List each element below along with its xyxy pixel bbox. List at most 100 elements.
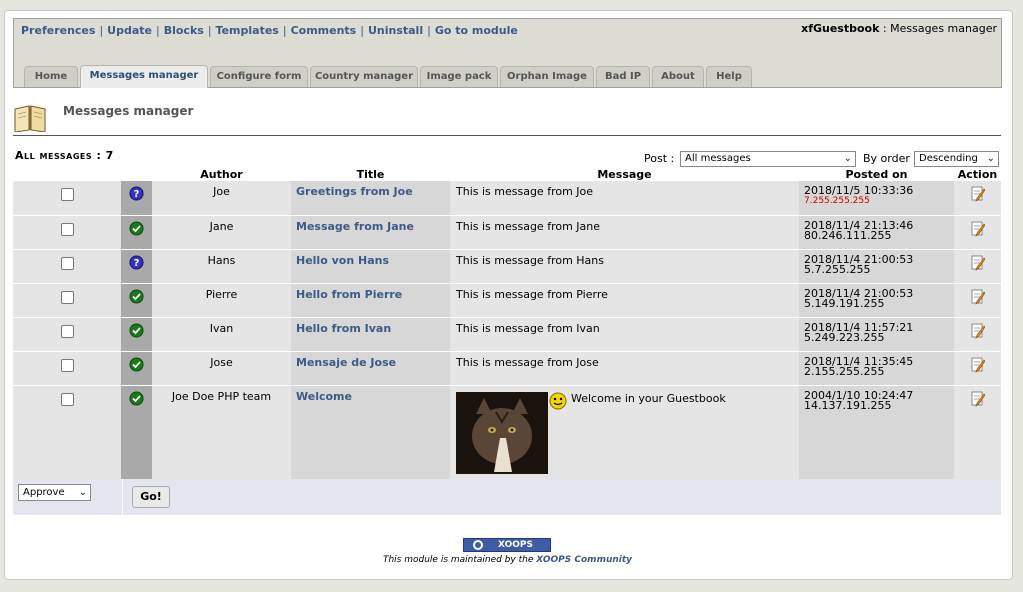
module-breadcrumb: xfGuestbook : Messages manager xyxy=(801,22,997,35)
poster-ip: 7.255.255.255 xyxy=(804,196,870,206)
message-text: This is message from Pierre xyxy=(456,287,608,301)
order-label: By order xyxy=(863,152,910,165)
tab-help[interactable]: Help xyxy=(706,66,752,87)
tab-configure-form[interactable]: Configure form xyxy=(210,66,308,87)
message-title-link[interactable]: Hello from Pierre xyxy=(291,284,450,301)
pending-question-icon: ? xyxy=(129,186,144,201)
go-button[interactable]: Go! xyxy=(132,486,170,508)
col-author: Author xyxy=(152,167,291,181)
table-row: Jane Message from Jane This is message f… xyxy=(13,215,1001,250)
edit-icon[interactable] xyxy=(971,391,985,407)
message-title-link[interactable]: Message from Jane xyxy=(291,216,450,233)
cat-photo xyxy=(456,391,548,474)
footer-text: This module is maintained by the XOOPS C… xyxy=(382,555,633,565)
approved-check-icon xyxy=(129,221,144,235)
col-select xyxy=(13,167,121,181)
module-page: Messages manager xyxy=(890,22,997,35)
table-row: Joe Doe PHP team Welcome Welcome in your… xyxy=(13,385,1001,480)
message-text: This is message from Jose xyxy=(456,355,599,369)
message-title-link[interactable]: Greetings from Joe xyxy=(291,181,450,198)
chevron-down-icon: ⌄ xyxy=(78,487,87,498)
row-checkbox[interactable] xyxy=(60,256,74,270)
author-name: Jose xyxy=(210,355,233,369)
table-row: ? Hans Hello von Hans This is message fr… xyxy=(13,249,1001,284)
tab-about[interactable]: About xyxy=(652,66,704,87)
chevron-down-icon: ⌄ xyxy=(986,153,995,164)
xoops-logo-icon xyxy=(473,540,483,550)
message-text: This is message from Joe xyxy=(456,185,594,198)
tab-messages-manager[interactable]: Messages manager xyxy=(80,65,208,88)
page-title: Messages manager xyxy=(63,104,194,118)
col-action: Action xyxy=(954,167,1001,181)
message-text: Welcome in your Guestbook xyxy=(571,391,726,405)
edit-icon[interactable] xyxy=(971,186,985,202)
link-update[interactable]: Update xyxy=(107,24,152,37)
edit-icon[interactable] xyxy=(971,357,985,373)
link-blocks[interactable]: Blocks xyxy=(164,24,204,37)
pending-question-icon: ? xyxy=(129,255,144,269)
poster-ip: 5.7.255.255 xyxy=(804,262,871,276)
edit-icon[interactable] xyxy=(971,221,985,237)
order-select[interactable]: Descending ⌄ xyxy=(914,151,999,167)
link-uninstall[interactable]: Uninstall xyxy=(368,24,423,37)
divider xyxy=(13,135,1001,136)
row-checkbox[interactable] xyxy=(60,290,74,304)
svg-text:?: ? xyxy=(134,258,140,269)
table-row: Pierre Hello from Pierre This is message… xyxy=(13,283,1001,318)
chevron-down-icon: ⌄ xyxy=(843,153,852,164)
tab-image-pack[interactable]: Image pack xyxy=(420,66,498,87)
post-filter-select[interactable]: All messages ⌄ xyxy=(680,151,856,167)
link-templates[interactable]: Templates xyxy=(216,24,279,37)
row-checkbox[interactable] xyxy=(60,358,74,372)
admin-top-menu: Preferences | Update | Blocks | Templates | Comm… xyxy=(13,18,1002,88)
author-name: Joe Doe PHP team xyxy=(171,389,272,403)
author-name: Pierre xyxy=(205,287,238,301)
bulk-action-bar: Approve ⌄ Go! xyxy=(13,479,1001,515)
approved-check-icon xyxy=(129,357,144,371)
table-row: ? Joe Greetings from Joe This is message… xyxy=(13,181,1001,216)
xoops-badge[interactable]: XOOPS xyxy=(463,538,551,552)
edit-icon[interactable] xyxy=(971,323,985,339)
row-checkbox[interactable] xyxy=(60,188,74,201)
link-preferences[interactable]: Preferences xyxy=(21,24,95,37)
author-name: Hans xyxy=(207,253,236,267)
link-go-to-module[interactable]: Go to module xyxy=(435,24,518,37)
link-comments[interactable]: Comments xyxy=(291,24,357,37)
svg-text:?: ? xyxy=(134,189,140,200)
message-title-link[interactable]: Hello from Ivan xyxy=(291,318,450,335)
xoops-community-link[interactable]: XOOPS Community xyxy=(536,555,632,565)
messages-table: Author Title Message Posted on Action ? … xyxy=(13,167,1001,480)
table-row: Jose Mensaje de Jose This is message fro… xyxy=(13,351,1001,386)
tab-home[interactable]: Home xyxy=(24,66,78,87)
edit-icon[interactable] xyxy=(971,255,985,271)
table-header: Author Title Message Posted on Action xyxy=(13,167,1001,181)
message-title-link[interactable]: Welcome xyxy=(291,386,450,403)
approved-check-icon xyxy=(129,289,144,303)
poster-ip: 5.249.223.255 xyxy=(804,330,885,344)
message-text: This is message from Ivan xyxy=(456,321,600,335)
row-checkbox[interactable] xyxy=(60,222,74,236)
poster-ip: 2.155.255.255 xyxy=(804,364,885,378)
posted-date: 2018/11/5 10:33:36 xyxy=(804,184,914,197)
col-posted-on: Posted on xyxy=(799,167,954,181)
all-messages-count: All messages : 7 xyxy=(15,149,114,162)
tab-orphan-image[interactable]: Orphan Image xyxy=(500,66,594,87)
post-filter-label: Post : xyxy=(644,152,675,165)
approved-check-icon xyxy=(129,391,144,405)
author-name: Joe xyxy=(213,185,230,198)
message-title-link[interactable]: Mensaje de Jose xyxy=(291,352,450,369)
message-title-link[interactable]: Hello von Hans xyxy=(291,250,450,267)
row-checkbox[interactable] xyxy=(60,324,74,338)
tab-country-manager[interactable]: Country manager xyxy=(310,66,418,87)
edit-icon[interactable] xyxy=(971,289,985,305)
poster-ip: 5.149.191.255 xyxy=(804,296,885,310)
bulk-action-select[interactable]: Approve ⌄ xyxy=(18,484,91,501)
message-text: This is message from Jane xyxy=(456,219,601,233)
col-title: Title xyxy=(291,167,450,181)
col-message: Message xyxy=(450,167,799,181)
poster-ip: 14.137.191.255 xyxy=(804,398,892,412)
row-checkbox[interactable] xyxy=(60,392,74,406)
author-name: Jane xyxy=(209,219,234,233)
tab-bad-ip[interactable]: Bad IP xyxy=(596,66,650,87)
smiley-icon xyxy=(549,392,567,409)
